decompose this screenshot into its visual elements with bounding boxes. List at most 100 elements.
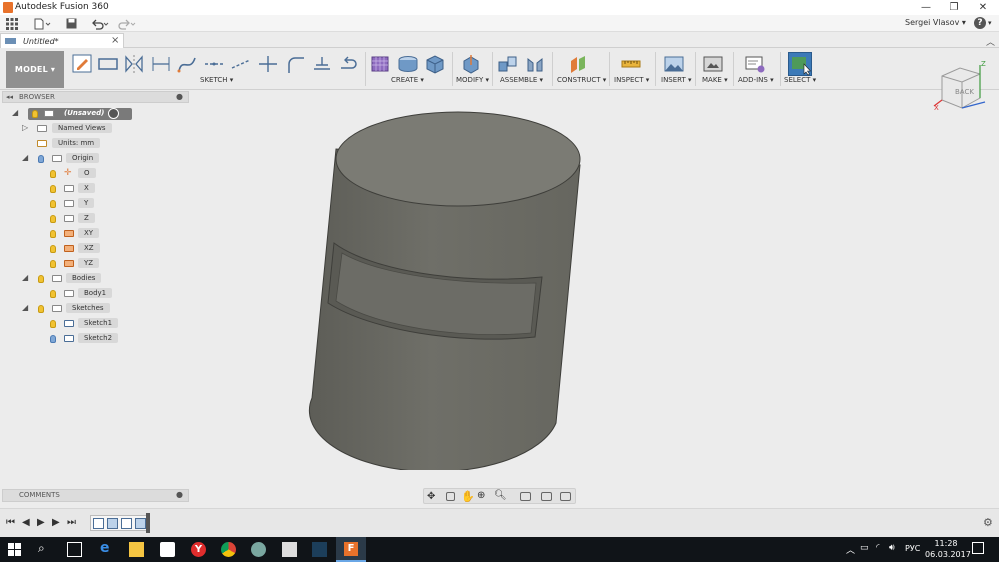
visibility-bulb-icon[interactable] [50,335,56,343]
visibility-bulb-icon[interactable] [50,260,56,268]
sketch-group-label[interactable]: SKETCH ▾ [200,76,233,84]
grid-settings-icon[interactable] [541,492,552,501]
collapse-browser-icon[interactable]: ◂◂ [6,93,13,101]
expand-triangle-icon[interactable]: ▷ [22,123,28,132]
visibility-bulb-icon[interactable] [50,215,56,223]
visibility-bulb-icon[interactable] [50,230,56,238]
edge-browser-icon[interactable]: e [100,540,110,556]
measure-icon[interactable] [620,53,642,75]
cylinder-top-face[interactable] [335,111,581,207]
collapse-ribbon-icon[interactable]: ︿ [986,35,995,48]
clock-time[interactable]: 11:28 [929,539,963,548]
new-component-icon[interactable] [497,53,519,75]
yandex-browser-icon[interactable]: Y [191,542,206,557]
viewport-canvas[interactable] [300,105,600,470]
pan-hand-icon[interactable]: ✋ [461,490,475,503]
windows-start-icon[interactable] [8,543,21,556]
clock-date[interactable]: 06.03.2017 [925,550,971,559]
sketch-grid-icon[interactable] [370,53,392,75]
joint-icon[interactable] [524,53,546,75]
timeline-marker[interactable] [146,513,150,533]
visibility-bulb-icon[interactable] [32,110,38,118]
help-chevron-icon[interactable]: ▾ [988,19,992,27]
inspect-group-label[interactable]: INSPECT ▾ [614,76,649,84]
step-forward-icon[interactable]: ▶ [52,517,60,528]
volume-icon[interactable]: 🔊︎ [889,543,895,553]
create-sketch-icon[interactable] [71,53,93,75]
spline-tool-icon[interactable] [176,53,198,75]
save-icon[interactable] [66,18,77,29]
minimize-icon[interactable]: — [917,1,935,14]
insert-image-icon[interactable] [663,53,685,75]
extrude-icon[interactable] [397,53,419,75]
close-icon[interactable]: ✕ [974,1,992,14]
press-pull-icon[interactable] [460,53,482,75]
data-panel-grid-icon[interactable] [6,18,18,30]
visibility-bulb-icon[interactable] [38,305,44,313]
document-tab[interactable]: Untitled* × [0,33,124,48]
fit-zoom-icon[interactable]: 🔍︎ [494,490,507,501]
undo-icon[interactable] [91,18,109,30]
construct-group-label[interactable]: CONSTRUCT ▾ [557,76,606,84]
chrome-icon[interactable] [221,542,236,557]
calculator-icon[interactable] [282,542,297,557]
offset-plane-icon[interactable] [568,53,590,75]
app-icon[interactable] [251,542,266,557]
zoom-window-icon[interactable]: ⊕ [477,490,485,501]
orbit-icon[interactable]: ✥ [427,491,435,502]
visibility-bulb-icon[interactable] [50,170,56,178]
3d-print-icon[interactable] [702,53,724,75]
visibility-bulb-icon[interactable] [50,320,56,328]
extrude-feature-icon[interactable] [107,518,118,529]
line-tool-icon[interactable] [97,53,119,75]
box-icon[interactable] [424,53,446,75]
tray-chevron-icon[interactable]: ︿ [846,543,855,556]
go-to-start-icon[interactable]: ⏮ [6,517,15,528]
cylinder-body[interactable] [308,111,581,470]
file-explorer-icon[interactable] [129,542,144,557]
view-cube[interactable]: BACK Z X [930,60,990,114]
visibility-bulb-icon[interactable] [50,245,56,253]
offset-tool-icon[interactable] [311,53,333,75]
network-icon[interactable]: ▭ [860,543,869,553]
project-tool-icon[interactable] [338,53,360,75]
task-view-icon[interactable] [67,542,82,557]
make-group-label[interactable]: MAKE ▾ [702,76,728,84]
app-window-icon[interactable] [312,542,327,557]
scripts-addins-icon[interactable] [744,53,766,75]
restore-icon[interactable]: ❐ [945,1,963,14]
comments-pin-icon[interactable]: ● [176,490,183,499]
file-menu-icon[interactable] [34,18,51,30]
fusion-taskbar-button[interactable]: F [336,537,366,562]
notifications-icon[interactable] [972,542,984,554]
trim-tool-icon[interactable] [257,53,279,75]
visibility-bulb-icon[interactable] [38,155,44,163]
browser-pin-icon[interactable]: ● [176,92,183,101]
workspace-switcher[interactable]: MODEL ▾ [6,51,64,88]
expand-triangle-icon[interactable]: ◢ [22,273,28,282]
sketch2-feature-icon[interactable] [121,518,132,529]
search-icon[interactable]: ⌕ [38,541,45,556]
midpoint-tool-icon[interactable] [230,53,252,75]
create-group-label[interactable]: CREATE ▾ [391,76,424,84]
viewports-icon[interactable] [560,492,571,501]
wifi-icon[interactable]: ◜ [876,543,880,553]
expand-triangle-icon[interactable]: ◢ [12,108,18,117]
visibility-bulb-icon[interactable] [50,200,56,208]
tree-root[interactable]: ◢ (Unsaved) [12,108,190,121]
visibility-bulb-icon[interactable] [38,275,44,283]
user-account-menu[interactable]: Sergei Vlasov ▾ [905,18,966,27]
construction-line-icon[interactable] [203,53,225,75]
step-back-icon[interactable]: ◀ [22,517,30,528]
keyboard-language[interactable]: РУС [905,544,920,553]
store-icon[interactable] [160,542,175,557]
dimension-tool-icon[interactable] [150,53,172,75]
close-tab-icon[interactable]: × [111,35,119,46]
timeline-settings-gear-icon[interactable]: ⚙ [983,516,993,529]
insert-group-label[interactable]: INSERT ▾ [661,76,692,84]
activate-radio-icon[interactable] [108,108,119,119]
fillet-sketch-icon[interactable] [284,53,306,75]
assemble-group-label[interactable]: ASSEMBLE ▾ [500,76,543,84]
sketch1-feature-icon[interactable] [93,518,104,529]
mirror-tool-icon[interactable] [123,53,145,75]
